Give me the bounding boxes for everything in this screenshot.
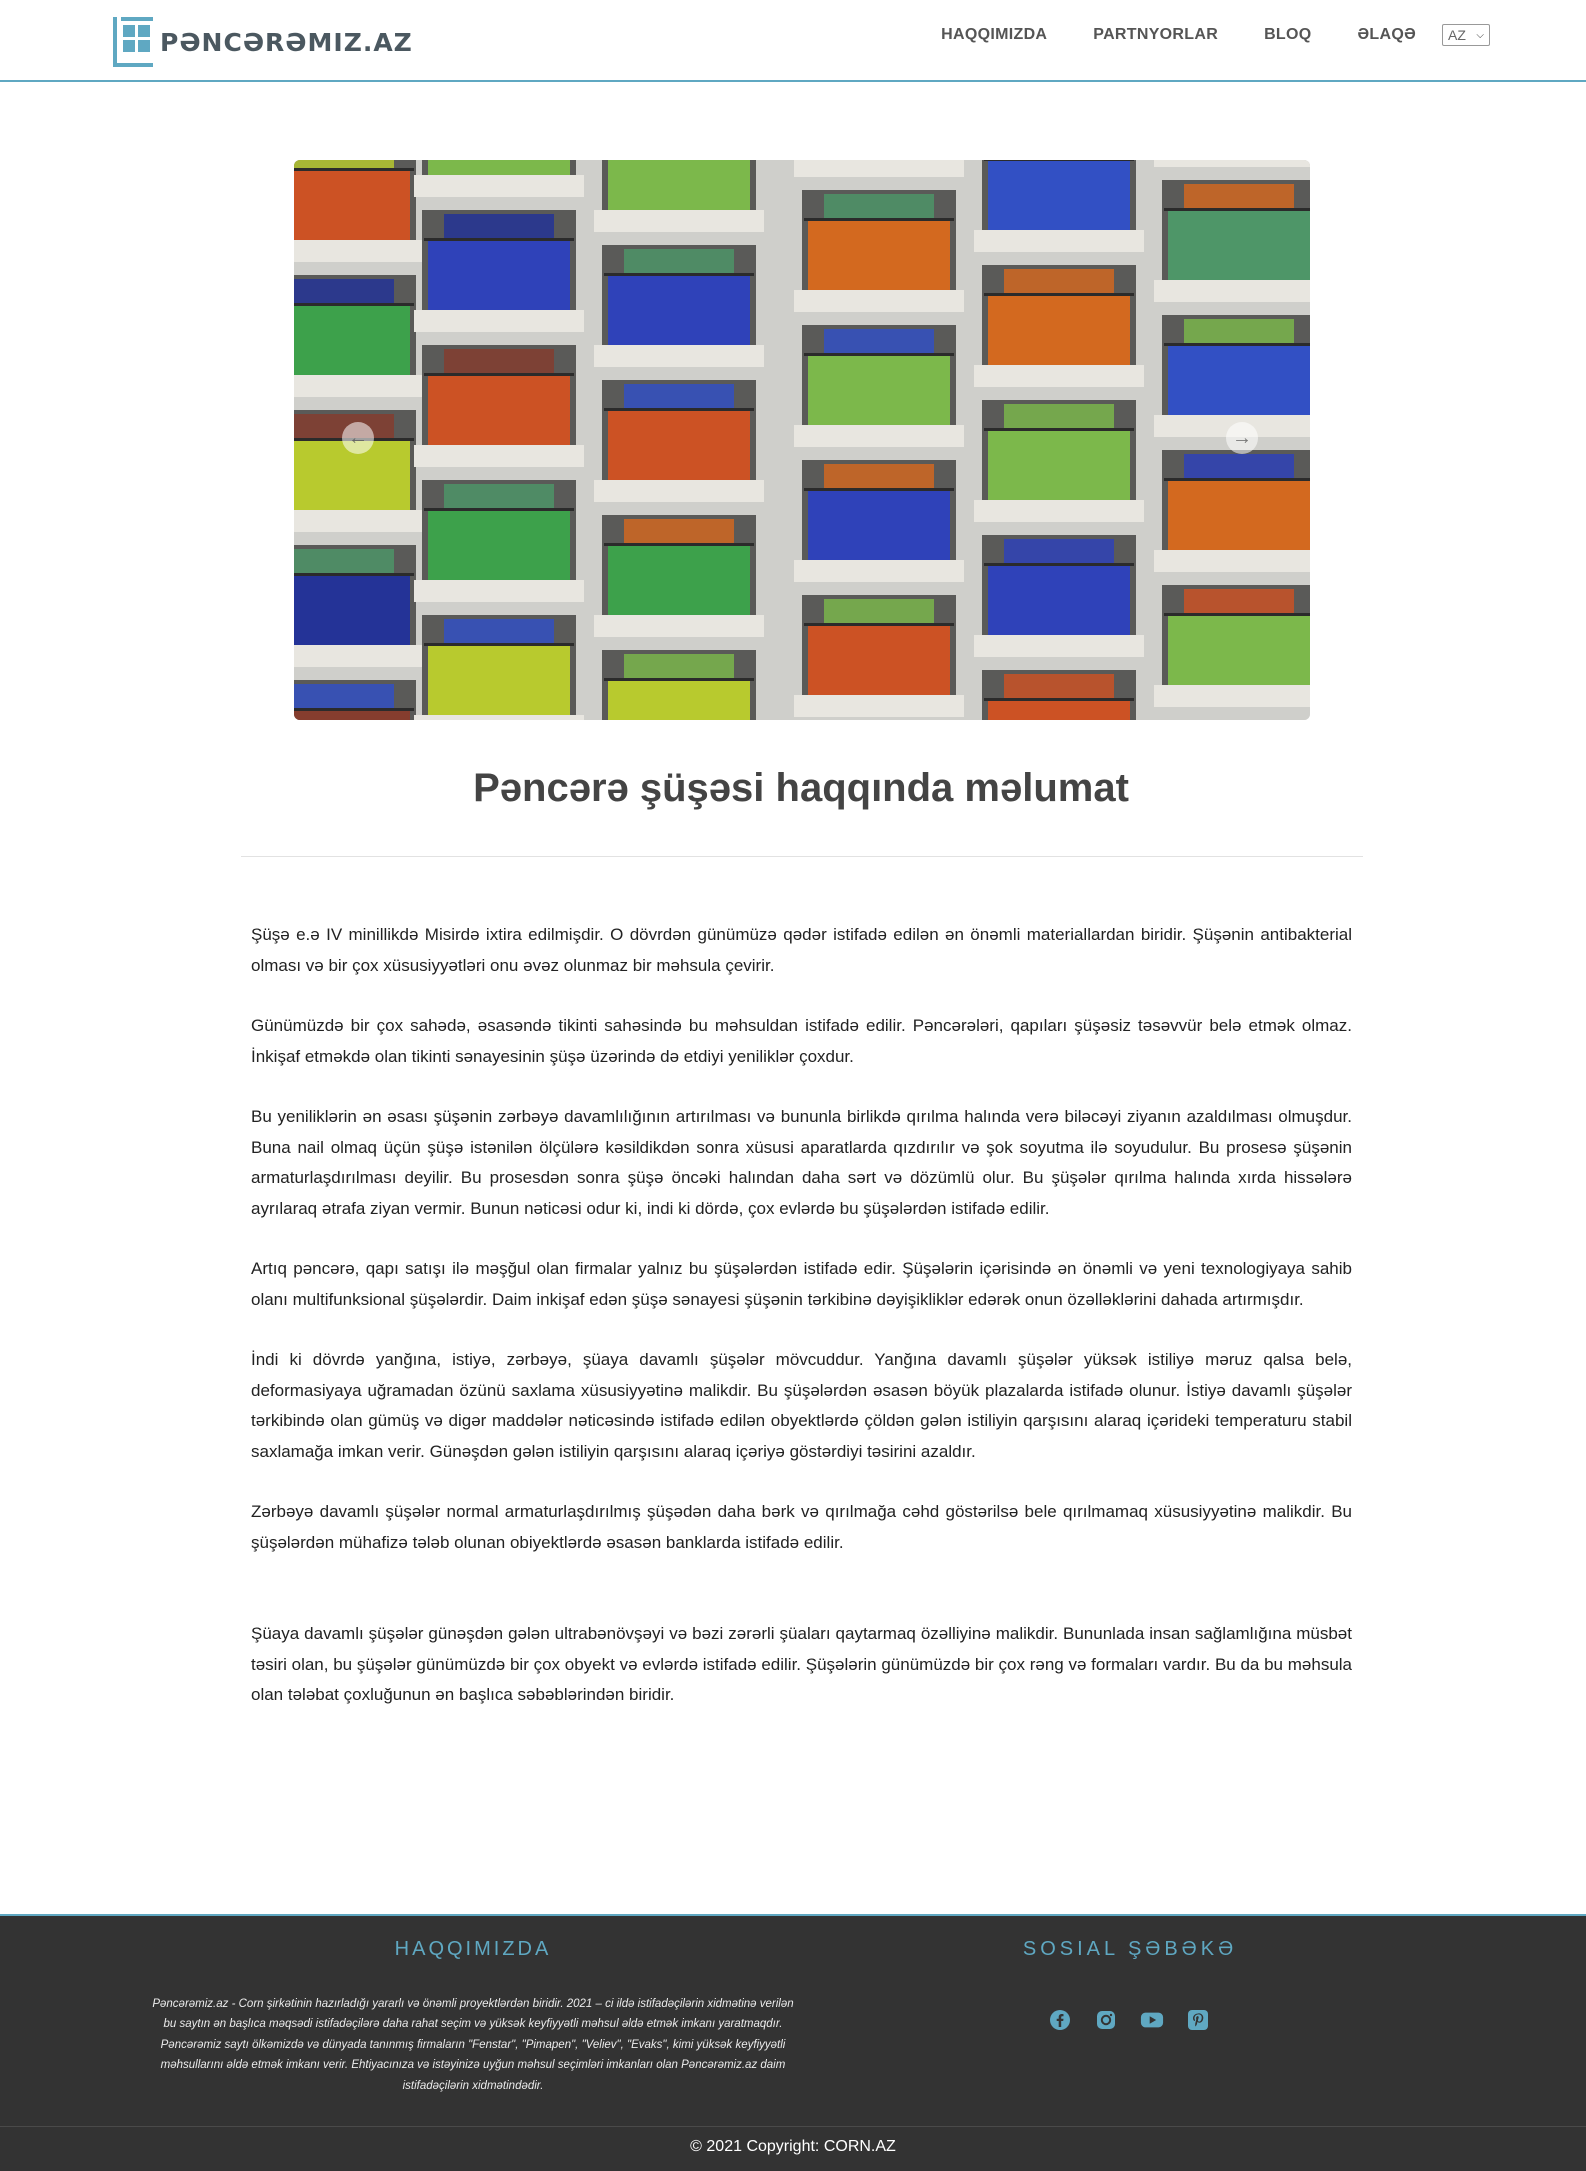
article-paragraph: Günümüzdə bir çox sahədə, əsasəndə tikin… xyxy=(251,1016,1352,1066)
footer-about-line: Pəncərəmiz saytı ölkəmizdə və dünyada ta… xyxy=(160,2038,786,2092)
article-paragraph: Zərbəyə davamlı şüşələr normal armaturla… xyxy=(251,1502,1352,1552)
youtube-icon[interactable] xyxy=(1140,2008,1164,2032)
article-body: Şüşə e.ə IV minillikdə Misirdə ixtira ed… xyxy=(251,920,1352,1741)
title-divider xyxy=(241,856,1363,857)
language-value: AZ xyxy=(1448,27,1466,43)
window-logo-icon xyxy=(113,17,153,67)
social-links xyxy=(1048,2008,1232,2032)
facebook-icon[interactable] xyxy=(1048,2008,1072,2032)
nav-blog[interactable]: BLOQ xyxy=(1264,26,1311,44)
pinterest-icon[interactable] xyxy=(1186,2008,1210,2032)
copyright-text: © 2021 Copyright: CORN.AZ xyxy=(690,2138,896,2155)
article-paragraph: Şüaya davamlı şüşələr günəşdən gələn ult… xyxy=(251,1624,1352,1704)
logo-text: PƏNCƏRƏMIZ.AZ xyxy=(160,27,413,57)
page-title: Pəncərə şüşəsi haqqında məlumat xyxy=(473,766,1129,810)
nav-about[interactable]: HAQQIMIZDA xyxy=(941,26,1047,44)
footer-about-text: Pəncərəmiz.az - Corn şirkətinin hazırlad… xyxy=(150,1994,796,2096)
nav-contact[interactable]: ƏLAQƏ xyxy=(1357,26,1416,44)
instagram-icon[interactable] xyxy=(1094,2008,1118,2032)
footer-social-title: SOSIAL ŞƏBƏKƏ xyxy=(1022,1938,1238,1960)
site-header: PƏNCƏRƏMIZ.AZ HAQQIMIZDA PARTNYORLAR BLO… xyxy=(0,0,1586,82)
arrow-left-icon: ← xyxy=(348,426,368,449)
site-footer: HAQQIMIZDA Pəncərəmiz.az - Corn şirkətin… xyxy=(0,1914,1586,2171)
footer-about-line: Pəncərəmiz.az - Corn şirkətinin hazırlad… xyxy=(152,1998,794,2031)
site-logo[interactable]: PƏNCƏRƏMIZ.AZ xyxy=(112,16,413,68)
chevron-down-icon: ⌵ xyxy=(1476,29,1484,41)
article-paragraph: Bu yeniliklərin ən əsası şüşənin zərbəyə… xyxy=(251,1107,1352,1218)
article-paragraph: İndi ki dövrdə yanğına, istiyə, zərbəyə,… xyxy=(251,1350,1352,1461)
article-paragraph: Şüşə e.ə IV minillikdə Misirdə ixtira ed… xyxy=(251,925,1352,975)
arrow-right-icon: → xyxy=(1232,426,1252,449)
footer-about-title: HAQQIMIZDA xyxy=(394,1938,552,1960)
carousel-prev-button[interactable]: ← xyxy=(342,422,374,454)
main-nav: HAQQIMIZDA PARTNYORLAR BLOQ ƏLAQƏ AZ ⌵ xyxy=(895,24,1490,46)
carousel-next-button[interactable]: → xyxy=(1226,422,1258,454)
language-select[interactable]: AZ ⌵ xyxy=(1442,24,1490,46)
image-carousel: ← → xyxy=(294,160,1310,720)
nav-partners[interactable]: PARTNYORLAR xyxy=(1093,26,1218,44)
article-paragraph: Artıq pəncərə, qapı satışı ilə məşğul ol… xyxy=(251,1259,1352,1309)
colorful-balconies-image xyxy=(294,160,1310,720)
